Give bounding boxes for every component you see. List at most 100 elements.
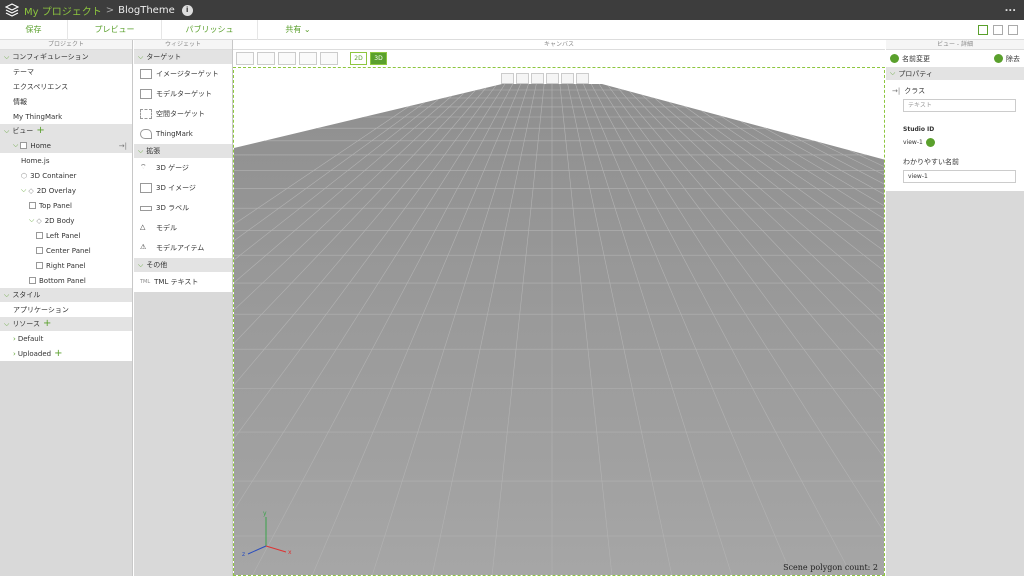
add-view-icon[interactable]: +	[36, 126, 44, 136]
widget-model[interactable]: △ モデル	[134, 218, 232, 238]
move-icon[interactable]	[236, 52, 254, 65]
tree-item-2d-body[interactable]: ⌵ ◇ 2D Body	[0, 213, 132, 228]
config-item-thingmark[interactable]: My ThingMark	[0, 109, 132, 124]
chevron-right-icon[interactable]: ›	[13, 350, 16, 358]
tree-label: Bottom Panel	[39, 276, 86, 285]
breadcrumb-theme: BlogTheme	[118, 4, 175, 16]
chevron-down-icon[interactable]: ⌵	[21, 186, 26, 195]
tree-item-center-panel[interactable]: Center Panel	[0, 243, 132, 258]
zoom-fit-icon[interactable]	[501, 73, 514, 84]
resource-item-default[interactable]: › Default	[0, 331, 132, 346]
paste-icon[interactable]	[278, 52, 296, 65]
section-views[interactable]: ⌵ ビュー +	[0, 124, 132, 138]
widget-model-item[interactable]: ⚠ モデルアイテム	[134, 238, 232, 258]
config-item-info[interactable]: 情報	[0, 94, 132, 109]
eye-icon[interactable]	[576, 73, 589, 84]
widget-spatial-target[interactable]: 空間ターゲット	[134, 104, 232, 124]
mode-2d-button[interactable]: 2D	[350, 52, 367, 65]
resource-item-uploaded[interactable]: › Uploaded +	[0, 346, 132, 361]
chevron-down-icon: ⌵	[890, 69, 896, 77]
widget-label: TML テキスト	[154, 278, 199, 286]
spatial-target-icon	[140, 109, 152, 119]
redo-icon[interactable]	[320, 52, 338, 65]
rename-button[interactable]: 名前変更	[890, 54, 930, 64]
preview-button[interactable]: プレビュー	[68, 19, 162, 40]
image-icon	[140, 183, 152, 193]
tree-item-home-js[interactable]: Home.js	[0, 153, 132, 168]
edit-icon[interactable]	[925, 138, 935, 147]
widget-thingmark[interactable]: ThingMark	[134, 124, 232, 144]
config-item-experience[interactable]: エクスペリエンス	[0, 79, 132, 94]
tree-item-right-panel[interactable]: Right Panel	[0, 258, 132, 273]
section-label: プロパティ	[898, 69, 933, 78]
studio-logo-icon[interactable]	[0, 0, 24, 20]
chevron-down-icon[interactable]: ⌵	[13, 141, 18, 150]
widget-tml-text[interactable]: TML TML テキスト	[134, 272, 232, 292]
config-item-theme[interactable]: テーマ	[0, 64, 132, 79]
publish-button[interactable]: パブリッシュ	[162, 19, 258, 40]
panel-icon	[36, 232, 43, 239]
share-label: 共有	[285, 24, 302, 34]
widget-label: 3D ラベル	[156, 204, 190, 212]
breadcrumb-separator: >	[105, 4, 115, 16]
widget-image-target[interactable]: イメージターゲット	[134, 64, 232, 84]
copy-icon[interactable]	[257, 52, 275, 65]
binding-arrow-icon[interactable]: →|	[892, 87, 900, 95]
share-button[interactable]: 共有 ⌄	[258, 20, 338, 40]
detail-panel: ビュー - 詳細 名前変更 除去 ⌵ プロパティ →| クラス テキスト Studi…	[886, 40, 1024, 576]
axis-y-label: y	[263, 510, 267, 517]
ground-grid: y x z	[234, 84, 884, 575]
widget-label: モデルターゲット	[156, 90, 212, 98]
layout-left-panel-icon[interactable]	[978, 25, 988, 35]
add-resource-icon[interactable]: +	[43, 319, 51, 329]
tree-item-3d-container[interactable]: ⬡ 3D Container	[0, 168, 132, 183]
widget-3d-gauge[interactable]: ⌔ 3D ゲージ	[134, 158, 232, 178]
section-targets[interactable]: ⌵ ターゲット	[134, 50, 232, 64]
section-properties[interactable]: ⌵ プロパティ	[886, 67, 1024, 80]
panel-icon	[36, 262, 43, 269]
zoom-out-icon[interactable]	[546, 73, 559, 84]
widget-3d-image[interactable]: 3D イメージ	[134, 178, 232, 198]
delete-button[interactable]: 除去	[994, 54, 1020, 64]
section-label: スタイル	[12, 291, 41, 299]
undo-icon[interactable]	[299, 52, 317, 65]
tree-item-home[interactable]: ⌵ Home →|	[0, 138, 132, 153]
widget-model-target[interactable]: モデルターゲット	[134, 84, 232, 104]
zoom-in-icon[interactable]	[531, 73, 544, 84]
upload-add-icon[interactable]: +	[54, 348, 62, 359]
friendly-name-input[interactable]: view-1	[903, 170, 1016, 183]
chevron-right-icon[interactable]: ›	[13, 335, 16, 343]
breadcrumb-project[interactable]: My プロジェクト	[24, 3, 102, 18]
layout-bottom-panel-icon[interactable]	[993, 25, 1003, 35]
zoom-selection-icon[interactable]	[516, 73, 529, 84]
section-extensions[interactable]: ⌵ 拡張	[134, 144, 232, 158]
section-other[interactable]: ⌵ その他	[134, 258, 232, 272]
section-resources[interactable]: ⌵ リソース +	[0, 317, 132, 331]
tree-item-bottom-panel[interactable]: Bottom Panel	[0, 273, 132, 288]
title-bar: My プロジェクト > BlogTheme i ...	[0, 0, 1024, 20]
info-icon[interactable]: i	[181, 4, 193, 16]
section-configuration[interactable]: ⌵ コンフィギュレーション	[0, 50, 132, 64]
tree-item-2d-overlay[interactable]: ⌵ ◇ 2D Overlay	[0, 183, 132, 198]
mode-3d-button[interactable]: 3D	[370, 52, 387, 65]
style-item-application[interactable]: アプリケーション	[0, 302, 132, 317]
tree-item-top-panel[interactable]: Top Panel	[0, 198, 132, 213]
save-button[interactable]: 保存	[0, 19, 68, 40]
widget-header: ウィジェット	[134, 40, 232, 50]
section-label: その他	[146, 261, 168, 269]
rename-label: 名前変更	[902, 54, 930, 63]
tree-item-left-panel[interactable]: Left Panel	[0, 228, 132, 243]
cube-icon: ⬡	[21, 171, 28, 180]
section-styles[interactable]: ⌵ スタイル	[0, 288, 132, 302]
3d-canvas[interactable]: y x z Scene polygon count: 2	[233, 70, 885, 576]
visibility-toggle-icon[interactable]	[561, 73, 574, 84]
rename-icon	[890, 54, 899, 63]
layout-right-panel-icon[interactable]	[1008, 25, 1018, 35]
more-menu-icon[interactable]: ...	[1005, 3, 1016, 14]
navigate-icon[interactable]: →|	[119, 142, 127, 150]
section-label: ビュー	[12, 127, 34, 135]
class-input[interactable]: テキスト	[903, 99, 1016, 112]
chevron-down-icon[interactable]: ⌵	[29, 216, 34, 225]
widget-3d-label[interactable]: 3D ラベル	[134, 198, 232, 218]
section-label: 拡張	[146, 147, 161, 155]
